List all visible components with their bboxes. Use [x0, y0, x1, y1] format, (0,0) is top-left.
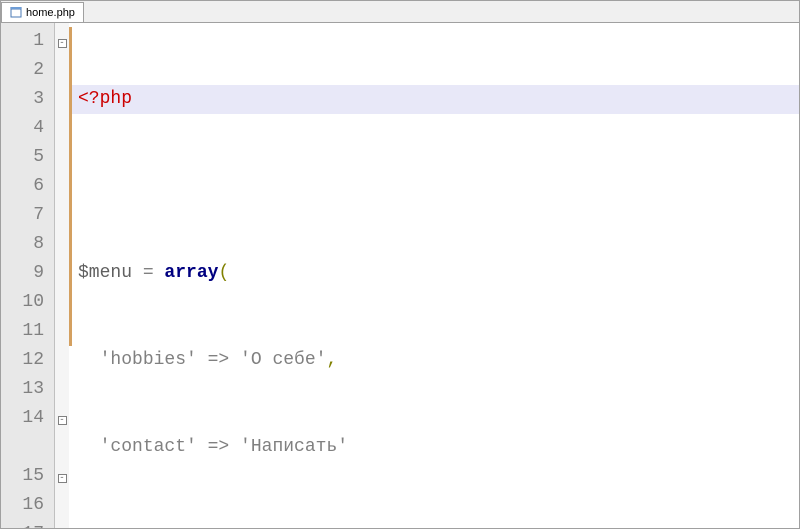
fold-column: - - - -	[55, 23, 69, 528]
code-area[interactable]: 1 2 3 4 5 6 7 8 9 10 11 12 13 14 15 16 1…	[1, 23, 799, 528]
fold-toggle-icon[interactable]: -	[58, 474, 67, 483]
code-line[interactable]: 'contact' => 'Написать'	[78, 433, 799, 462]
file-icon	[10, 7, 22, 19]
tab-bar: home.php	[1, 1, 799, 23]
file-tab[interactable]: home.php	[1, 2, 84, 22]
line-number-gutter: 1 2 3 4 5 6 7 8 9 10 11 12 13 14 15 16 1…	[1, 23, 55, 528]
code-line[interactable]	[78, 520, 799, 528]
code-line[interactable]: $menu = array(	[78, 259, 799, 288]
fold-toggle-icon[interactable]: -	[58, 39, 67, 48]
editor-window: home.php 1 2 3 4 5 6 7 8 9 10 11 12 13 1…	[0, 0, 800, 529]
fold-toggle-icon[interactable]: -	[58, 416, 67, 425]
code-line[interactable]: 'hobbies' => 'О себе',	[78, 346, 799, 375]
code-content[interactable]: <?php $menu = array( 'hobbies' => 'О себ…	[72, 23, 799, 528]
code-line[interactable]	[78, 172, 799, 201]
tab-filename: home.php	[26, 7, 75, 19]
code-line[interactable]: <?php	[72, 85, 799, 114]
